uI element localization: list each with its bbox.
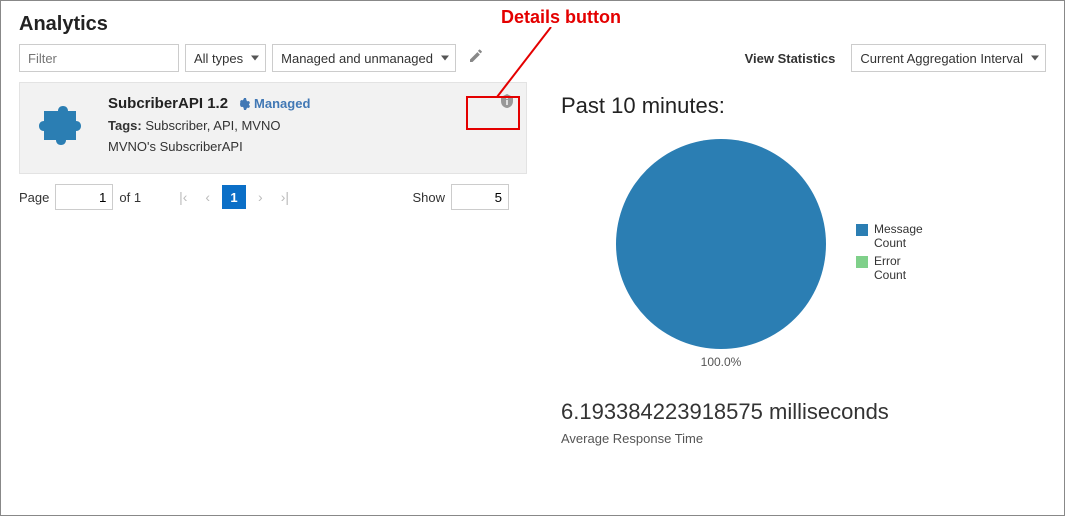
- filter-input[interactable]: [19, 44, 179, 72]
- legend-swatch-error: [856, 256, 868, 268]
- details-button[interactable]: [498, 91, 518, 111]
- prev-page-button[interactable]: ‹: [199, 185, 216, 209]
- managed-badge: Managed: [236, 96, 310, 111]
- current-page[interactable]: 1: [222, 185, 246, 209]
- puzzle-icon: [34, 95, 94, 155]
- chevron-down-icon: [1031, 56, 1039, 61]
- pie-percent-label: 100.0%: [616, 355, 826, 369]
- managed-label: Managed: [254, 96, 310, 111]
- legend-error-label: Error Count: [874, 254, 906, 282]
- legend: Message Count Error Count: [856, 222, 923, 286]
- managed-select-label: Managed and unmanaged: [281, 51, 433, 66]
- response-time-value: 6.193384223918575 milliseconds: [561, 399, 1051, 425]
- next-page-button[interactable]: ›: [252, 185, 269, 209]
- last-page-button[interactable]: ›|: [275, 185, 295, 209]
- page-of-label: of 1: [119, 190, 141, 205]
- chevron-down-icon: [441, 56, 449, 61]
- types-select-label: All types: [194, 51, 243, 66]
- api-card[interactable]: SubcriberAPI 1.2 Managed Tags: Subscribe…: [19, 82, 527, 174]
- info-icon: [500, 93, 516, 109]
- show-input[interactable]: [451, 184, 509, 210]
- legend-message-label: Message Count: [874, 222, 923, 250]
- past-title: Past 10 minutes:: [561, 93, 1051, 119]
- interval-select-label: Current Aggregation Interval: [860, 51, 1023, 66]
- api-description: MVNO's SubscriberAPI: [108, 139, 512, 154]
- stats-panel: Past 10 minutes: 100.0% Message Count Er…: [561, 93, 1051, 446]
- api-title: SubcriberAPI 1.2: [108, 95, 228, 112]
- page-title: Analytics: [1, 1, 1064, 44]
- toolbar: All types Managed and unmanaged View Sta…: [1, 44, 1064, 82]
- interval-select[interactable]: Current Aggregation Interval: [851, 44, 1046, 72]
- gear-icon: [236, 97, 250, 111]
- managed-select[interactable]: Managed and unmanaged: [272, 44, 456, 72]
- types-select[interactable]: All types: [185, 44, 266, 72]
- show-label: Show: [412, 190, 445, 205]
- tags-value: Subscriber, API, MVNO: [145, 118, 280, 133]
- pencil-icon[interactable]: [468, 48, 484, 69]
- response-time-label: Average Response Time: [561, 431, 1051, 446]
- first-page-button[interactable]: |‹: [173, 185, 193, 209]
- pie-chart: [616, 139, 826, 349]
- pager: Page of 1 |‹ ‹ 1 › ›| Show: [1, 174, 527, 220]
- tags-label: Tags:: [108, 118, 142, 133]
- page-input[interactable]: [55, 184, 113, 210]
- page-label: Page: [19, 190, 49, 205]
- chevron-down-icon: [251, 56, 259, 61]
- legend-swatch-message: [856, 224, 868, 236]
- view-statistics-label: View Statistics: [745, 51, 836, 66]
